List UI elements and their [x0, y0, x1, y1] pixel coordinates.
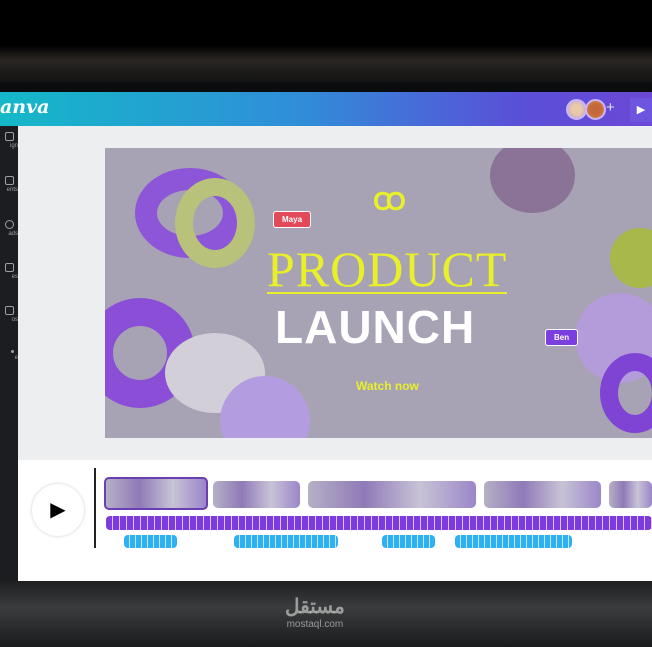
voiceover-clip[interactable]: [455, 535, 572, 548]
videos-icon: [5, 306, 14, 315]
sidebar-item-4[interactable]: es: [0, 263, 18, 280]
torus-shape: [175, 178, 255, 268]
sphere-shape: [610, 228, 652, 288]
sidebar-item-5[interactable]: os: [0, 306, 18, 323]
voiceover-clip[interactable]: [382, 535, 435, 548]
play-button[interactable]: ▶: [32, 484, 84, 536]
sidebar-item-design[interactable]: ign: [0, 132, 18, 149]
cursor-label-ben: Ben: [545, 329, 579, 346]
title-launch[interactable]: LAUNCH: [275, 300, 475, 354]
watch-now-text[interactable]: Watch now: [356, 379, 419, 393]
playhead[interactable]: [94, 468, 96, 548]
watermark-arabic: مستقل: [285, 596, 345, 618]
upload-icon: [5, 220, 14, 229]
sidebar-label: ign: [9, 143, 18, 149]
video-clip-selected[interactable]: [104, 477, 208, 510]
add-collaborator-button[interactable]: +: [606, 99, 615, 116]
collaborator-avatar[interactable]: [585, 99, 606, 120]
elements-icon: [5, 176, 14, 185]
voiceover-clip[interactable]: [124, 535, 177, 548]
collaborator-avatar[interactable]: [566, 99, 587, 120]
brand-logo: CO: [373, 186, 406, 216]
sidebar-item-elements[interactable]: ents: [0, 176, 18, 193]
photo-background: [0, 0, 652, 82]
canva-logo[interactable]: anva: [0, 96, 49, 118]
title-product[interactable]: PRODUCT: [267, 244, 508, 294]
video-clip[interactable]: [308, 481, 476, 508]
watermark-latin: mostaql.com: [286, 619, 344, 630]
top-bar: [0, 92, 652, 126]
images-icon: [5, 263, 14, 272]
watermark: مستقل mostaql.com: [285, 594, 345, 630]
voiceover-clip[interactable]: [234, 535, 338, 548]
sidebar-label: ents: [6, 187, 18, 193]
video-clip[interactable]: [609, 481, 652, 508]
sidebar-item-uploads[interactable]: ads: [0, 220, 18, 237]
cursor-label-maya: Maya: [273, 211, 312, 228]
audio-track[interactable]: [106, 516, 652, 530]
sidebar-item-6[interactable]: e: [0, 350, 18, 361]
design-icon: [5, 132, 14, 141]
design-canvas[interactable]: CO PRODUCT LAUNCH Watch now Maya Ben: [105, 148, 652, 438]
play-icon: ▶: [636, 104, 646, 116]
more-icon: [11, 350, 14, 353]
present-button[interactable]: ▶: [630, 98, 652, 122]
sidebar-label: ads: [8, 231, 18, 237]
video-clip[interactable]: [213, 481, 300, 508]
sphere-shape: [490, 148, 575, 213]
play-icon: ▶: [50, 499, 66, 521]
video-clip[interactable]: [484, 481, 601, 508]
